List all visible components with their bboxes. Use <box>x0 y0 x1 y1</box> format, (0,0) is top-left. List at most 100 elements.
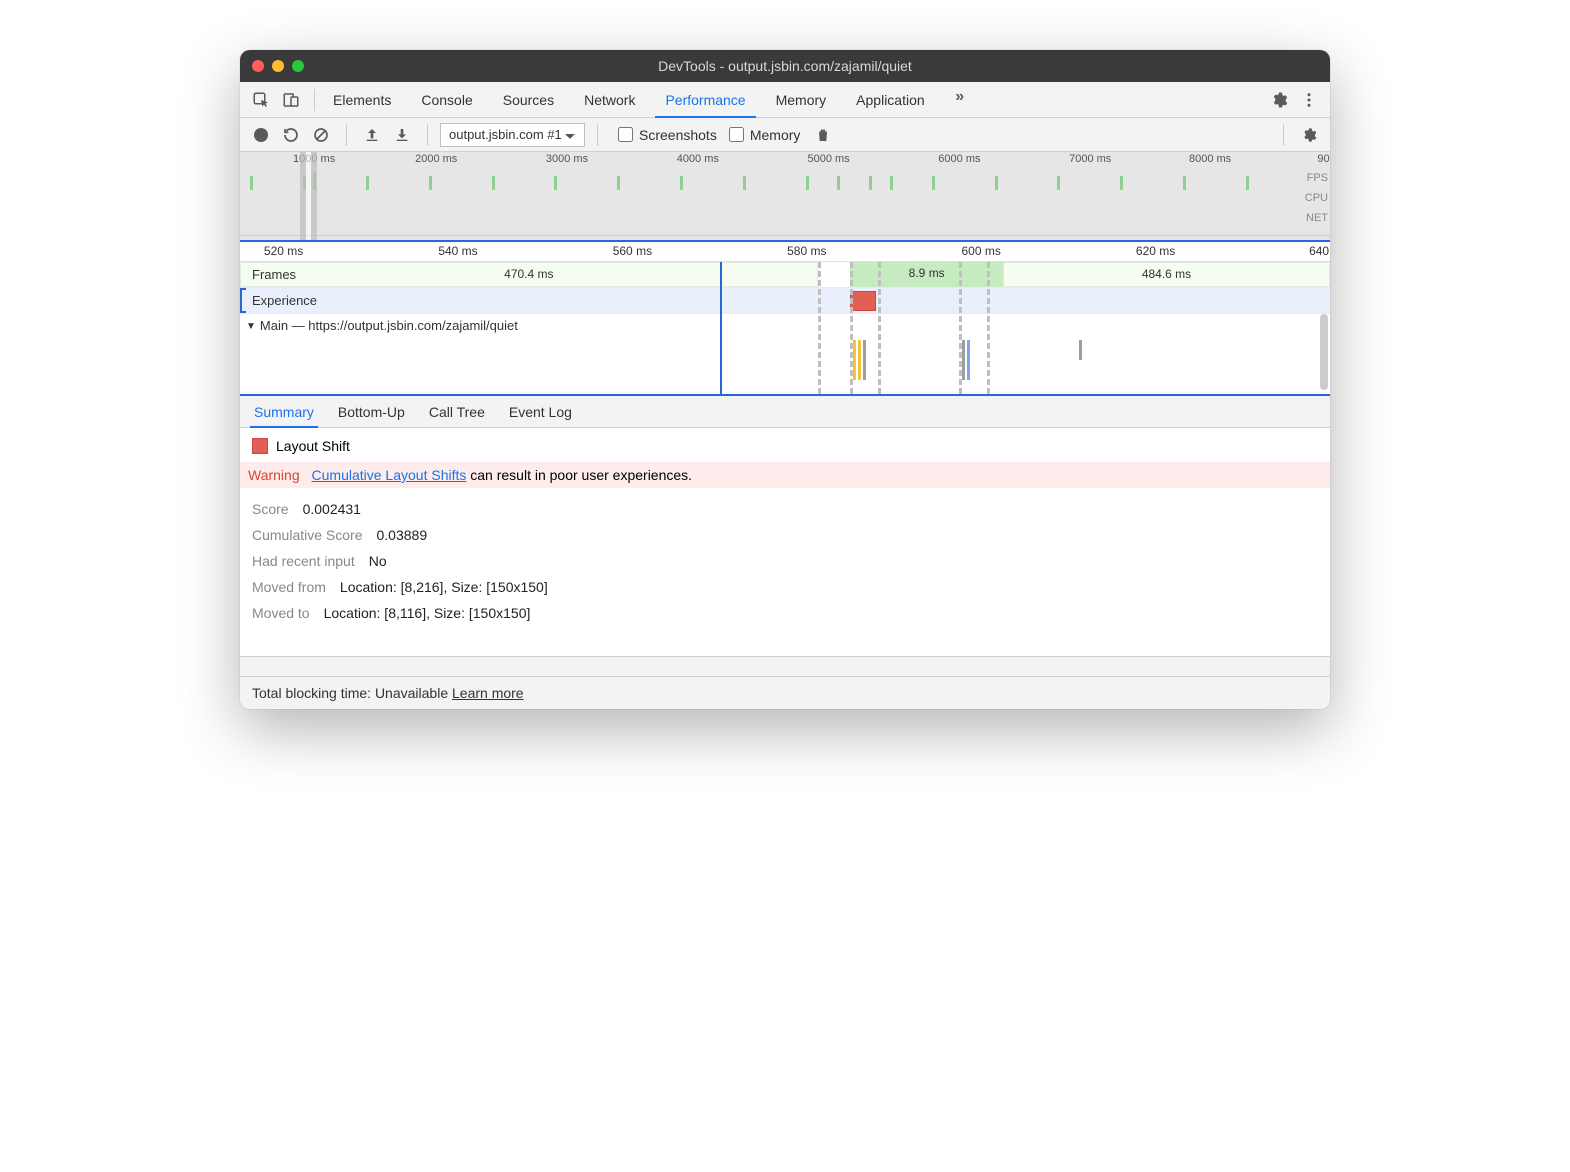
record-button[interactable] <box>248 122 274 148</box>
summary-row: Moved to Location: [8,116], Size: [150x15… <box>252 600 1318 626</box>
main-thread-label: Main — https://output.jsbin.com/zajamil/… <box>260 318 518 333</box>
tab-elements[interactable]: Elements <box>323 82 401 118</box>
footer-text: Total blocking time: Unavailable <box>252 685 452 701</box>
more-tabs-icon[interactable]: » <box>945 82 975 112</box>
divider <box>346 124 347 146</box>
frames-row: Frames 470.4 ms 8.9 ms 484.6 ms <box>240 262 1330 288</box>
range-marker <box>878 262 881 394</box>
summary-row: Moved from Location: [8,216], Size: [150x… <box>252 574 1318 600</box>
range-marker <box>818 262 821 394</box>
detail-tick: 520 ms <box>264 244 303 258</box>
net-label: NET <box>1305 208 1328 228</box>
overview-tick: 7000 ms <box>1069 153 1111 165</box>
cumulative-layout-shifts-link[interactable]: Cumulative Layout Shifts <box>312 467 467 483</box>
stab-event-log[interactable]: Event Log <box>505 396 576 428</box>
divider <box>427 124 428 146</box>
summary-value: Location: [8,216], Size: [150x150] <box>340 579 548 595</box>
summary-row: Score0.002431 <box>252 496 1318 522</box>
experience-row: Experience <box>240 288 1330 314</box>
stab-summary[interactable]: Summary <box>250 396 318 428</box>
memory-checkbox[interactable]: Memory <box>729 127 801 143</box>
stab-call-tree[interactable]: Call Tree <box>425 396 489 428</box>
detail-tick: 580 ms <box>787 244 826 258</box>
detail-ruler: 520 ms 540 ms 560 ms 580 ms 600 ms 620 m… <box>240 242 1330 262</box>
summary-panel: Layout Shift Warning Cumulative Layout S… <box>240 428 1330 656</box>
divider <box>597 124 598 146</box>
summary-value: Location: [8,116], Size: [150x150] <box>324 605 531 621</box>
inspect-element-icon[interactable] <box>246 85 276 115</box>
device-toggle-icon[interactable] <box>276 85 306 115</box>
upload-profile-icon[interactable] <box>359 122 385 148</box>
close-window-button[interactable] <box>252 60 264 72</box>
maximize-window-button[interactable] <box>292 60 304 72</box>
minimize-window-button[interactable] <box>272 60 284 72</box>
kebab-menu-icon[interactable] <box>1294 85 1324 115</box>
tab-network[interactable]: Network <box>574 82 645 118</box>
layout-shift-block[interactable] <box>850 291 876 311</box>
overview-tick: 8000 ms <box>1189 153 1231 165</box>
vertical-scrollbar[interactable] <box>1320 314 1328 390</box>
tab-performance[interactable]: Performance <box>655 82 755 118</box>
frame-block[interactable]: 484.6 ms <box>1003 262 1330 287</box>
devtools-window: DevTools - output.jsbin.com/zajamil/quie… <box>240 50 1330 709</box>
learn-more-link[interactable]: Learn more <box>452 685 524 701</box>
overview-tick: 3000 ms <box>546 153 588 165</box>
detail-tick: 560 ms <box>613 244 652 258</box>
clear-button[interactable] <box>308 122 334 148</box>
overview-tick: 90 <box>1317 153 1329 165</box>
warning-label: Warning <box>248 467 300 483</box>
range-marker <box>959 262 962 394</box>
detail-tick: 600 ms <box>962 244 1001 258</box>
summary-value: No <box>369 553 387 569</box>
layout-shift-swatch-icon <box>252 438 268 454</box>
summary-value: 0.002431 <box>303 501 361 517</box>
warning-text: can result in poor user experiences. <box>466 467 692 483</box>
detail-tick: 620 ms <box>1136 244 1175 258</box>
screenshots-checkbox[interactable]: Screenshots <box>618 127 717 143</box>
summary-tab-bar: Summary Bottom-Up Call Tree Event Log <box>240 396 1330 428</box>
profile-select[interactable]: output.jsbin.com #1 <box>440 123 585 147</box>
range-marker <box>987 262 990 394</box>
overview-tick: 5000 ms <box>807 153 849 165</box>
main-tabs: Elements Console Sources Network Perform… <box>323 82 975 118</box>
traffic-lights <box>252 60 304 72</box>
download-profile-icon[interactable] <box>389 122 415 148</box>
overview-tick: 2000 ms <box>415 153 457 165</box>
capture-settings-icon[interactable] <box>1296 122 1322 148</box>
tab-memory[interactable]: Memory <box>766 82 837 118</box>
titlebar: DevTools - output.jsbin.com/zajamil/quie… <box>240 50 1330 82</box>
divider <box>314 89 315 111</box>
overview-tick: 6000 ms <box>938 153 980 165</box>
overview-tick: 4000 ms <box>677 153 719 165</box>
experience-label: Experience <box>240 293 340 308</box>
main-thread-row[interactable]: ▼ Main — https://output.jsbin.com/zajami… <box>240 314 1330 394</box>
frame-block-highlight[interactable]: 8.9 ms <box>850 262 1003 287</box>
window-title: DevTools - output.jsbin.com/zajamil/quie… <box>240 58 1330 74</box>
spacer-bar <box>240 656 1330 676</box>
memory-label: Memory <box>750 127 801 143</box>
garbage-collect-icon[interactable] <box>810 122 836 148</box>
detail-tick: 640 <box>1309 244 1329 258</box>
disclosure-triangle-icon[interactable]: ▼ <box>246 321 256 332</box>
tab-console[interactable]: Console <box>411 82 482 118</box>
tab-application[interactable]: Application <box>846 82 935 118</box>
fps-label: FPS <box>1305 168 1328 188</box>
timeline-overview[interactable]: 1000 ms 2000 ms 3000 ms 4000 ms 5000 ms … <box>240 152 1330 242</box>
summary-key: Cumulative Score <box>252 527 363 543</box>
tab-sources[interactable]: Sources <box>493 82 564 118</box>
reload-button[interactable] <box>278 122 304 148</box>
summary-key: Moved from <box>252 579 326 595</box>
settings-icon[interactable] <box>1264 85 1294 115</box>
summary-value: 0.03889 <box>377 527 428 543</box>
summary-row: Had recent inputNo <box>252 548 1318 574</box>
stab-bottom-up[interactable]: Bottom-Up <box>334 396 409 428</box>
overview-viewport[interactable] <box>300 152 317 240</box>
performance-toolbar: output.jsbin.com #1 Screenshots Memory <box>240 118 1330 152</box>
screenshots-label: Screenshots <box>639 127 717 143</box>
playhead-line[interactable] <box>720 262 722 394</box>
timeline-detail: 520 ms 540 ms 560 ms 580 ms 600 ms 620 m… <box>240 242 1330 396</box>
range-marker <box>850 262 853 394</box>
summary-key: Moved to <box>252 605 310 621</box>
overview-labels: FPS CPU NET <box>1305 168 1328 228</box>
main-tab-bar: Elements Console Sources Network Perform… <box>240 82 1330 118</box>
